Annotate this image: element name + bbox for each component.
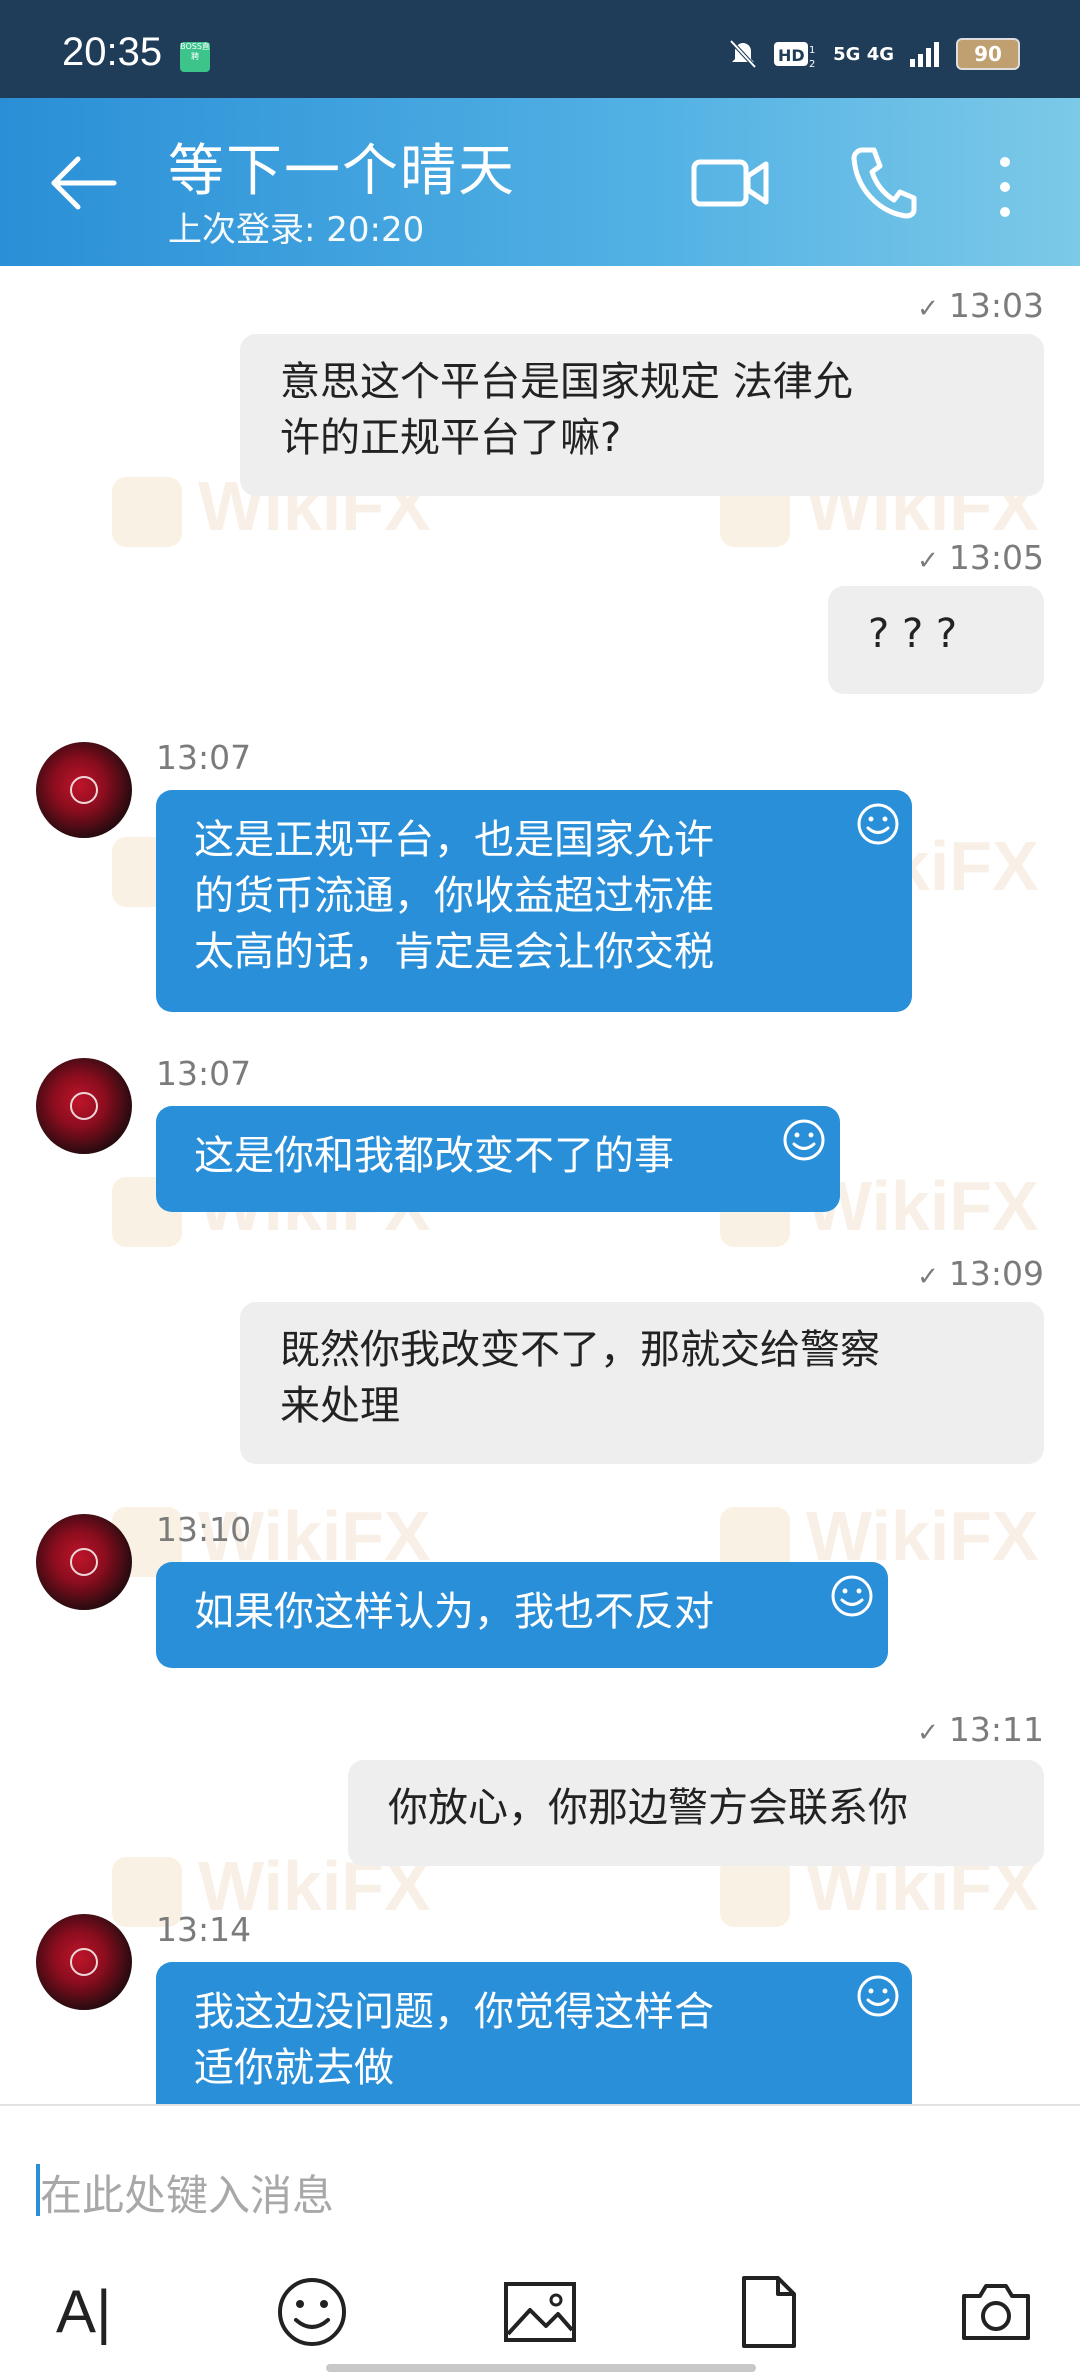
incoming-message[interactable]: 我这边没问题，你觉得这样合 适你就去做 (156, 1962, 912, 2104)
hd-icon: HD 1 2 (774, 42, 816, 69)
reaction-smile-icon[interactable] (856, 802, 900, 846)
battery-icon: 90 (956, 38, 1020, 70)
contact-name: 等下一个晴天 (168, 139, 516, 204)
outgoing-message[interactable]: ? ? ? (828, 586, 1044, 694)
contact-avatar[interactable] (36, 1058, 132, 1154)
signal-icon (910, 42, 939, 67)
text-format-button[interactable]: A| (56, 2272, 136, 2352)
last-login: 上次登录: 20:20 (168, 210, 425, 250)
message-time: 13:14 (156, 1910, 252, 1949)
svg-text:1: 1 (809, 45, 815, 56)
boss-app-icon: BOSS直聘 (180, 42, 210, 72)
back-arrow-icon[interactable] (48, 148, 118, 218)
message-list[interactable]: WikiFX WikiFX WikiFX WikiFX WikiFX WikiF… (0, 266, 1080, 2104)
outgoing-message[interactable]: 你放心，你那边警方会联系你 (348, 1760, 1044, 1866)
more-menu-icon[interactable] (990, 152, 1020, 222)
read-check-icon: ✓ (917, 1718, 939, 1748)
chat-header: 等下一个晴天 上次登录: 20:20 (0, 98, 1080, 266)
message-time: 13:07 (156, 738, 252, 777)
emoji-icon[interactable] (272, 2272, 352, 2352)
message-time: ✓ 13:05 (917, 538, 1044, 577)
read-check-icon: ✓ (917, 1262, 939, 1292)
status-icons: HD 1 2 5G 4G 90 (729, 36, 1020, 72)
text-format-icon: A| (56, 2278, 112, 2345)
home-indicator[interactable] (326, 2364, 756, 2372)
file-icon[interactable] (728, 2272, 808, 2352)
read-check-icon: ✓ (917, 294, 939, 324)
svg-text:2: 2 (809, 59, 815, 69)
phone-call-icon[interactable] (848, 144, 918, 220)
incoming-message[interactable]: 如果你这样认为，我也不反对 (156, 1562, 888, 1668)
message-time: ✓ 13:09 (917, 1254, 1044, 1293)
network-label: 5G 4G (833, 43, 894, 65)
image-icon[interactable] (500, 2272, 580, 2352)
contact-avatar[interactable] (36, 742, 132, 838)
reaction-smile-icon[interactable] (856, 1974, 900, 2018)
incoming-message[interactable]: 这是正规平台，也是国家允许 的货币流通，你收益超过标准 太高的话，肯定是会让你交… (156, 790, 912, 1012)
outgoing-message[interactable]: 既然你我改变不了，那就交给警察 来处理 (240, 1302, 1044, 1464)
svg-text:HD: HD (778, 46, 805, 65)
status-bar: 20:35 BOSS直聘 HD 1 2 5G 4G 90 (0, 0, 1080, 98)
video-call-icon[interactable] (690, 148, 770, 218)
status-time: 20:35 (62, 30, 163, 74)
reaction-smile-icon[interactable] (782, 1118, 826, 1162)
incoming-message[interactable]: 这是你和我都改变不了的事 (156, 1106, 840, 1212)
reaction-smile-icon[interactable] (830, 1574, 874, 1618)
contact-avatar[interactable] (36, 1514, 132, 1610)
contact-avatar[interactable] (36, 1914, 132, 2010)
message-time: 13:07 (156, 1054, 252, 1093)
read-check-icon: ✓ (917, 546, 939, 576)
message-time: 13:10 (156, 1510, 252, 1549)
camera-icon[interactable] (956, 2272, 1036, 2352)
compose-bar: 在此处键入消息 A| (0, 2104, 1080, 2378)
mute-icon (729, 39, 757, 69)
message-time: ✓ 13:03 (917, 286, 1044, 325)
message-time: ✓ 13:11 (917, 1710, 1044, 1749)
message-input[interactable]: 在此处键入消息 (40, 2162, 334, 2223)
outgoing-message[interactable]: 意思这个平台是国家规定 法律允 许的正规平台了嘛? (240, 334, 1044, 496)
